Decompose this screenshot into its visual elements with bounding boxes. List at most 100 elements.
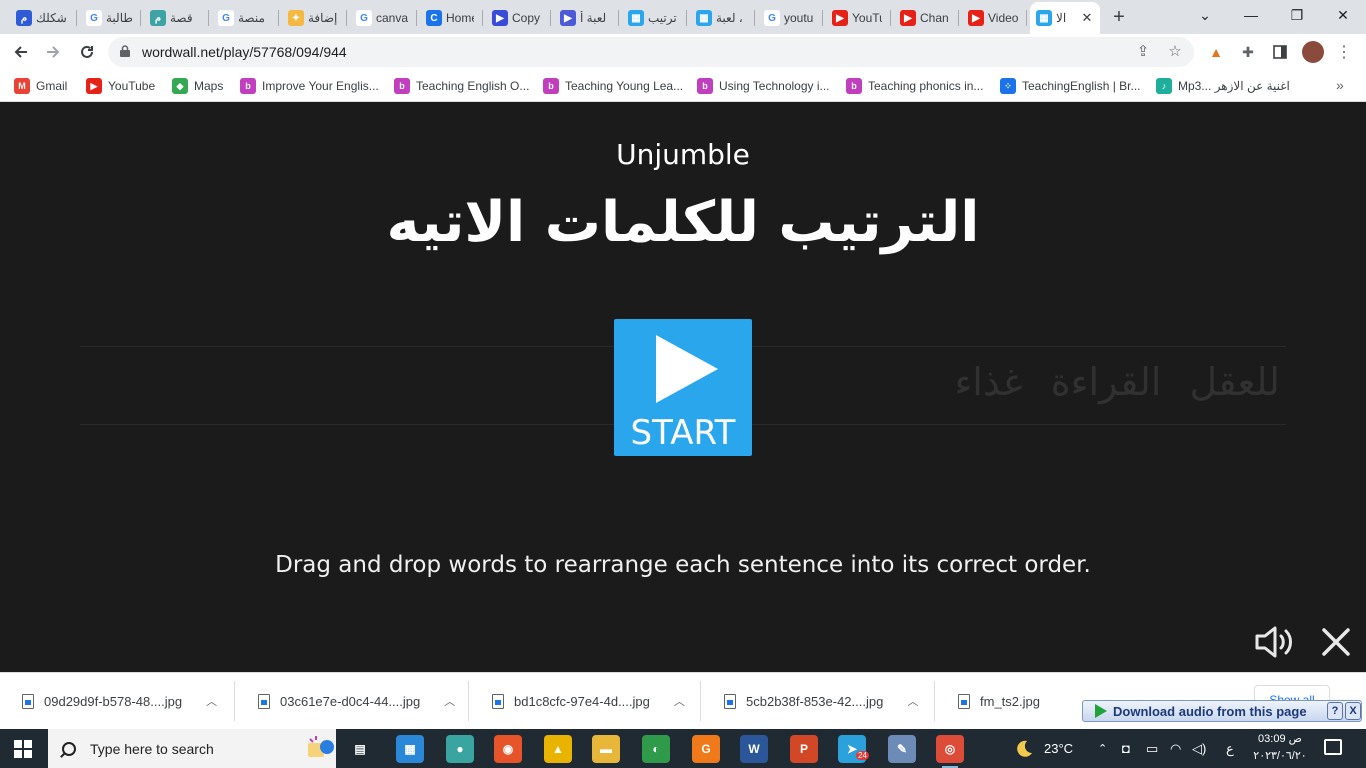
audio-close-button[interactable]: X [1345, 702, 1361, 720]
restore-icon[interactable]: ❐ [1274, 0, 1320, 30]
windows-start-icon[interactable] [14, 740, 32, 758]
google-icon: G [86, 10, 102, 26]
battery-icon[interactable]: ▭ [1146, 729, 1158, 768]
bookmark-item[interactable]: ▶ YouTube [86, 77, 162, 95]
sound-speaker-icon[interactable] [1254, 624, 1294, 660]
wordwall-icon: ▦ [628, 10, 644, 26]
browser-tab[interactable]: م قصة [144, 4, 206, 32]
download-options-chevron-icon[interactable]: ︿ [907, 693, 918, 709]
tab-separator [482, 10, 483, 26]
download-separator [934, 681, 935, 721]
share-icon[interactable]: ⇪ [1134, 43, 1152, 61]
browser-tab[interactable]: Gcanva [350, 4, 414, 32]
pdf-app-icon[interactable]: G [692, 735, 720, 763]
search-highlight-icon [308, 736, 334, 757]
metamask-extension-icon[interactable]: ▲ [1206, 42, 1226, 62]
bookmark-item[interactable]: M Gmail [14, 77, 76, 95]
tab-separator [346, 10, 347, 26]
british-council-icon: b [240, 78, 256, 94]
reload-button[interactable] [74, 39, 100, 65]
download-item[interactable]: 5cb2b38f-853e-42....jpg ︿ [702, 673, 934, 729]
browser-tab[interactable]: ▶ Video [962, 4, 1024, 32]
browser-tab[interactable]: ▦ الا ✕ [1030, 2, 1100, 34]
chrome-menu-icon[interactable]: ⋮ [1334, 42, 1354, 62]
google-icon: G [218, 10, 234, 26]
tab-title: Chan [920, 11, 949, 25]
firefox-icon[interactable]: ◉ [494, 735, 522, 763]
wordwall-icon: ▦ [1036, 10, 1052, 26]
weather-moon-icon [1017, 740, 1032, 757]
profile-avatar[interactable] [1302, 41, 1324, 63]
google-icon: G [764, 10, 780, 26]
browser-tab[interactable]: ▶ Chan [894, 4, 956, 32]
back-button[interactable] [8, 39, 34, 65]
bookmark-star-icon[interactable]: ☆ [1166, 43, 1184, 61]
powerpoint-icon[interactable]: P [790, 735, 818, 763]
browser-tab[interactable]: م شكلك [10, 4, 74, 32]
browser-tab[interactable]: ✦ إضافة [282, 4, 344, 32]
bookmark-item[interactable]: b Using Technology i... [697, 77, 837, 95]
notifications-icon[interactable] [1324, 739, 1342, 755]
close-tab-icon[interactable]: ✕ [1080, 10, 1094, 26]
earth-app-icon[interactable]: ◐ [642, 735, 670, 763]
audio-help-button[interactable]: ? [1327, 702, 1343, 720]
word-icon[interactable]: W [740, 735, 768, 763]
download-options-chevron-icon[interactable]: ︿ [444, 693, 455, 709]
profile-app-icon[interactable]: ● [446, 735, 474, 763]
task-view-icon[interactable]: ▤ [346, 735, 374, 763]
browser-toolbar: wordwall.net/play/57768/094/944 ⇪ ☆ ▲ ✚ … [0, 34, 1366, 70]
minimize-icon[interactable]: — [1228, 0, 1274, 30]
bookmark-item[interactable]: b Teaching phonics in... [846, 77, 992, 95]
download-options-chevron-icon[interactable]: ︿ [674, 693, 685, 709]
tab-search-icon[interactable]: ⌄ [1182, 0, 1228, 30]
url-text: wordwall.net/play/57768/094/944 [142, 44, 347, 60]
browser-tab[interactable]: C Home [420, 4, 480, 32]
alp-app-icon[interactable]: ▲ [544, 735, 572, 763]
start-button[interactable]: START [614, 319, 752, 456]
download-item[interactable]: 03c61e7e-d0c4-44....jpg ︿ [236, 673, 468, 729]
browser-tab[interactable]: ▦ ترتيب [622, 4, 684, 32]
side-panel-icon[interactable] [1270, 42, 1290, 62]
browser-tab[interactable]: Gyoutu [758, 4, 820, 32]
address-bar[interactable]: wordwall.net/play/57768/094/944 ⇪ ☆ [108, 37, 1194, 67]
browser-tab[interactable]: ▶ لعبة أ [554, 4, 616, 32]
weather-widget[interactable]: 23°C [1012, 729, 1073, 768]
tab-separator [550, 10, 551, 26]
tab-title: YouTu [852, 11, 882, 25]
browser-tab[interactable]: ▶ YouTu [826, 4, 888, 32]
tab-separator [618, 10, 619, 26]
tab-separator [1026, 10, 1027, 26]
bookmarks-overflow-icon[interactable]: » [1336, 77, 1344, 93]
show-hidden-icons[interactable]: ⌃ [1098, 729, 1107, 768]
download-item[interactable]: 09d29d9f-b578-48....jpg ︿ [0, 673, 234, 729]
meet-now-icon[interactable]: ◘ [1122, 729, 1130, 768]
paint-icon[interactable]: ✎ [888, 735, 916, 763]
browser-tab[interactable]: G طالبة [80, 4, 138, 32]
bookmark-item[interactable]: ◆ Maps [172, 77, 232, 95]
browser-tab[interactable]: ▶ Copy [486, 4, 548, 32]
wifi-icon[interactable]: ◠ [1170, 729, 1181, 768]
download-audio-popup[interactable]: Download audio from this page ? X [1082, 700, 1362, 722]
browser-tab[interactable]: G منصة [212, 4, 276, 32]
chrome-icon[interactable]: ◎ [936, 735, 964, 768]
download-options-chevron-icon[interactable]: ︿ [206, 693, 217, 709]
input-language[interactable]: ع [1226, 729, 1234, 768]
taskbar-search-box[interactable]: Type here to search [48, 729, 336, 768]
bookmark-item[interactable]: ♪ Mp3... اغنية عن الازهر [1156, 77, 1296, 95]
bookmark-item[interactable]: ⁘ TeachingEnglish | Br... [1000, 77, 1144, 95]
bookmark-item[interactable]: b Teaching Young Lea... [543, 77, 689, 95]
close-game-icon[interactable] [1320, 624, 1352, 660]
download-item[interactable]: bd1c8cfc-97e4-4d....jpg ︿ [470, 673, 700, 729]
bookmark-item[interactable]: b Improve Your Englis... [240, 77, 386, 95]
close-window-icon[interactable]: ✕ [1320, 0, 1366, 30]
bookmark-item[interactable]: b Teaching English O... [394, 77, 534, 95]
system-clock[interactable]: 03:09 ص ٢٠٢٣/٠٦/٢٠ [1248, 731, 1312, 765]
new-tab-button[interactable]: + [1108, 6, 1130, 28]
microsoft-store-icon[interactable]: ▦ [396, 735, 424, 763]
forward-button[interactable] [40, 39, 66, 65]
bookmark-label: TeachingEnglish | Br... [1022, 79, 1141, 93]
extensions-puzzle-icon[interactable]: ✚ [1238, 42, 1258, 62]
volume-icon[interactable]: ◁) [1192, 729, 1206, 768]
browser-tab[interactable]: ▦ لعبة ، [690, 4, 752, 32]
file-explorer-icon[interactable]: ▬ [592, 735, 620, 763]
